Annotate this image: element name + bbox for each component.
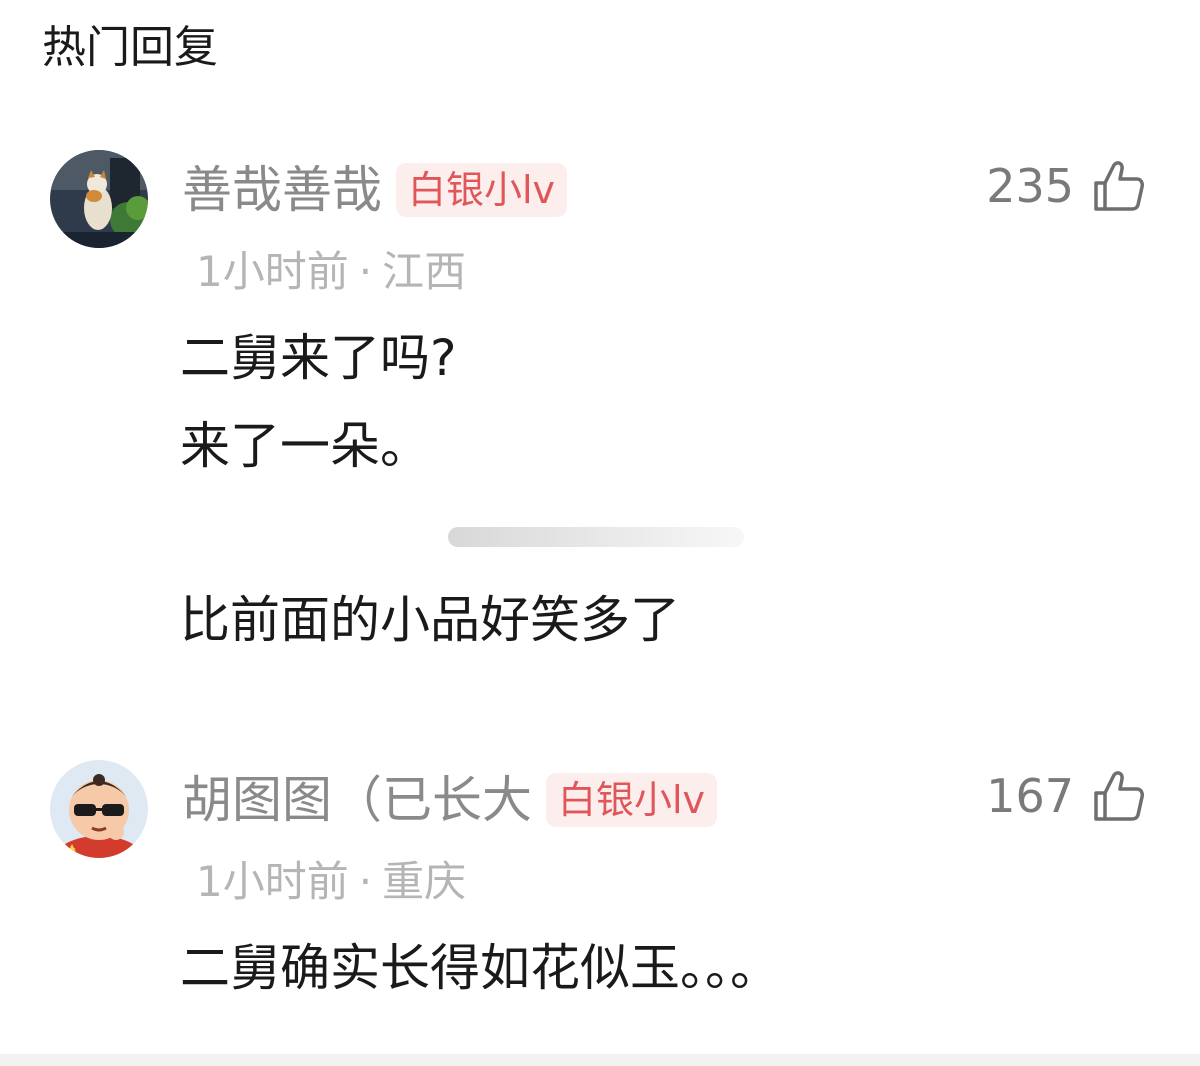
comment-time: 1小时前 [196,247,349,296]
comment-text-line: 二舅确实长得如花似玉。。。 [180,939,780,997]
avatar[interactable] [50,760,148,858]
username[interactable]: 善哉善哉 白银小lv [182,158,568,222]
comment-location: 江西 [382,247,467,296]
inline-image-placeholder[interactable] [448,521,748,553]
meta-separator: · [358,247,373,296]
level-badge: 白银小lv [546,772,718,827]
comment-meta: 1小时前 · 江西 [196,244,466,300]
username-text[interactable]: 胡图图（已长大 [182,771,532,829]
comment-text-line: 比前面的小品好笑多了 [180,591,680,649]
username-text[interactable]: 善哉善哉 [182,161,382,219]
section-title: 热门回复 [42,22,218,73]
thumbs-up-icon[interactable] [1092,769,1146,823]
comment-text-line: 来了一朵。 [180,417,430,475]
like-button[interactable]: 235 [986,156,1146,216]
comment-location: 重庆 [382,857,467,906]
like-count: 235 [986,159,1074,213]
meta-separator: · [358,857,373,906]
comment-time: 1小时前 [196,857,349,906]
level-badge: 白银小lv [396,162,568,217]
like-count: 167 [986,769,1074,823]
username[interactable]: 胡图图（已长大 白银小lv [182,768,718,832]
bottom-divider [0,1054,1200,1066]
comment-meta: 1小时前 · 重庆 [196,854,466,910]
comment-text-line: 二舅来了吗? [180,329,457,387]
like-button[interactable]: 167 [986,766,1146,826]
avatar[interactable] [50,150,148,248]
thumbs-up-icon[interactable] [1092,159,1146,213]
